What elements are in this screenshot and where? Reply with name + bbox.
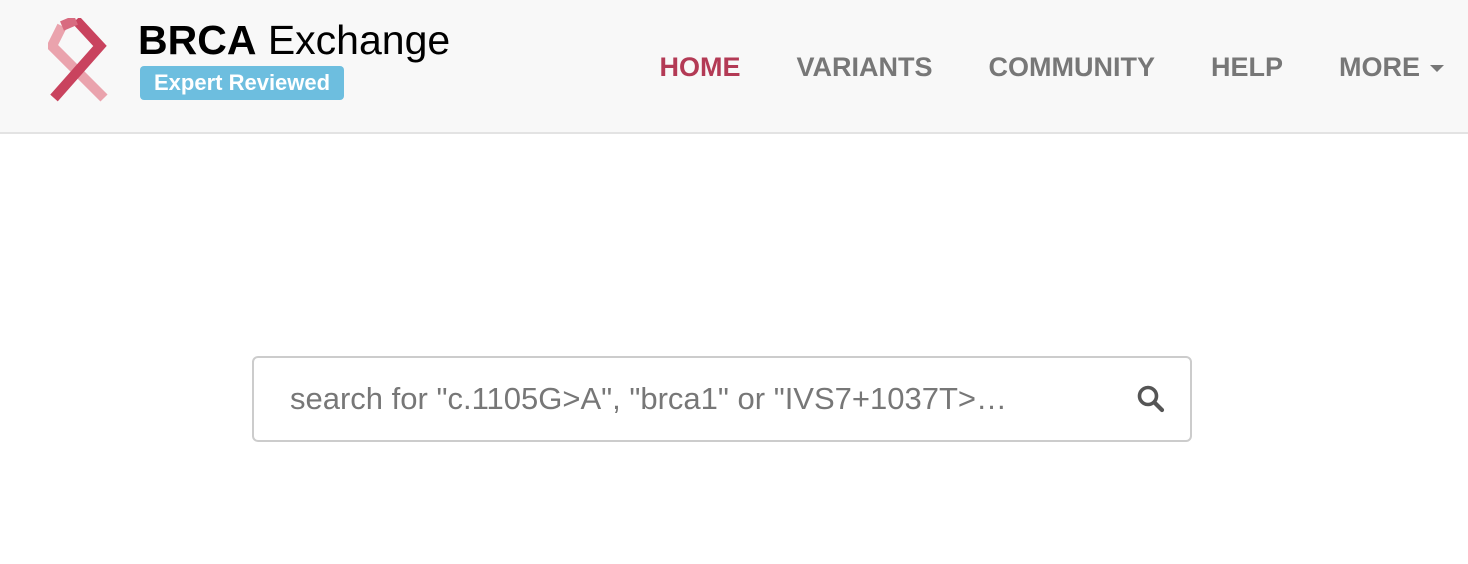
nav-item-variants[interactable]: VARIANTS: [768, 52, 960, 83]
brand-title: BRCA Exchange: [138, 18, 450, 62]
brand-name-bold: BRCA: [138, 17, 257, 63]
nav-item-label: VARIANTS: [796, 51, 933, 82]
ribbon-icon: [48, 18, 108, 102]
main-nav: HOME VARIANTS COMMUNITY HELP MORE: [631, 0, 1468, 134]
nav-item-home[interactable]: HOME: [631, 52, 768, 83]
nav-item-more-dropdown[interactable]: MORE: [1311, 52, 1468, 83]
nav-item-help[interactable]: HELP: [1183, 52, 1311, 83]
nav-item-community[interactable]: COMMUNITY: [961, 52, 1183, 83]
caret-down-icon: [1430, 64, 1444, 72]
nav-item-label: COMMUNITY: [988, 51, 1155, 82]
search-button[interactable]: [1126, 374, 1176, 424]
search-bar: [252, 356, 1192, 442]
expert-reviewed-badge: Expert Reviewed: [140, 66, 345, 100]
nav-item-label: HOME: [659, 51, 741, 82]
nav-item-label: HELP: [1210, 51, 1283, 82]
brand-link[interactable]: BRCA Exchange Expert Reviewed: [40, 12, 480, 122]
brand-name-rest: Exchange: [256, 17, 451, 63]
search-input[interactable]: [276, 358, 1106, 440]
nav-item-label: MORE: [1339, 51, 1420, 82]
search-icon: [1137, 385, 1165, 413]
navbar: BRCA Exchange Expert Reviewed HOME VARIA…: [0, 0, 1468, 134]
